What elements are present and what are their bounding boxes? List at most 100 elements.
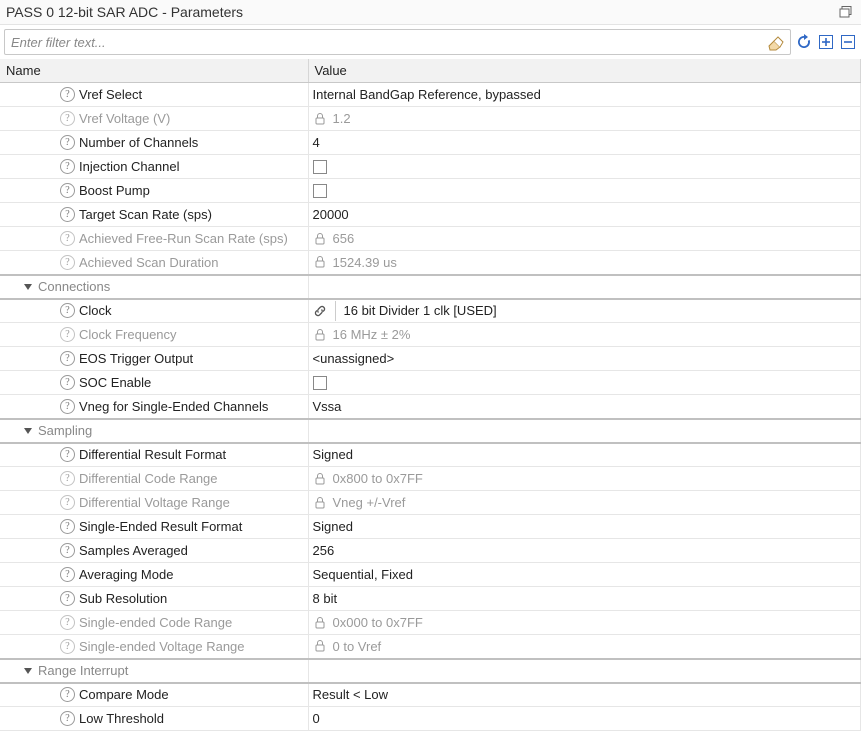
param-label: Vneg for Single-Ended Channels xyxy=(79,399,268,414)
param-row: ? Averaging Mode Sequential, Fixed xyxy=(0,563,861,587)
checkbox[interactable] xyxy=(313,184,327,198)
param-label: Injection Channel xyxy=(79,159,179,174)
param-value: 16 MHz ± 2% xyxy=(333,327,411,342)
param-label: Samples Averaged xyxy=(79,543,188,558)
help-icon[interactable]: ? xyxy=(60,111,75,126)
help-icon[interactable]: ? xyxy=(60,159,75,174)
panel-header: PASS 0 12-bit SAR ADC - Parameters xyxy=(0,0,861,25)
help-icon[interactable]: ? xyxy=(60,351,75,366)
collapse-icon[interactable] xyxy=(22,281,34,293)
param-value[interactable]: Vssa xyxy=(313,399,342,414)
help-icon[interactable]: ? xyxy=(60,447,75,462)
param-value[interactable]: Signed xyxy=(313,447,353,462)
group-row[interactable]: Connections xyxy=(0,275,861,299)
toolbar: Enter filter text... xyxy=(0,25,861,59)
param-label: Boost Pump xyxy=(79,183,150,198)
help-icon[interactable]: ? xyxy=(60,231,75,246)
column-header-name[interactable]: Name xyxy=(0,59,308,83)
param-value: 0x800 to 0x7FF xyxy=(333,471,423,486)
param-label: Achieved Free-Run Scan Rate (sps) xyxy=(79,231,288,246)
help-icon[interactable]: ? xyxy=(60,711,75,726)
group-label: Range Interrupt xyxy=(38,663,128,678)
param-value[interactable]: Internal BandGap Reference, bypassed xyxy=(313,87,541,102)
param-label: Averaging Mode xyxy=(79,567,173,582)
help-icon[interactable]: ? xyxy=(60,591,75,606)
collapse-icon[interactable] xyxy=(22,425,34,437)
group-label: Connections xyxy=(38,279,110,294)
param-value[interactable]: <unassigned> xyxy=(313,351,395,366)
param-row: ?Clock16 bit Divider 1 clk [USED] xyxy=(0,299,861,323)
lock-icon xyxy=(313,255,327,269)
param-value[interactable]: 256 xyxy=(313,543,335,558)
help-icon[interactable]: ? xyxy=(60,303,75,318)
refresh-icon[interactable] xyxy=(795,33,813,51)
param-label: Single-Ended Result Format xyxy=(79,519,242,534)
group-row[interactable]: Sampling xyxy=(0,419,861,443)
param-value[interactable]: 20000 xyxy=(313,207,349,222)
help-icon[interactable]: ? xyxy=(60,183,75,198)
help-icon[interactable]: ? xyxy=(60,255,75,270)
param-value: 0 to Vref xyxy=(333,639,382,654)
filter-input[interactable]: Enter filter text... xyxy=(4,29,791,55)
param-row: ?EOS Trigger Output<unassigned> xyxy=(0,347,861,371)
param-value[interactable]: 0 xyxy=(313,711,320,726)
help-icon[interactable]: ? xyxy=(60,639,75,654)
param-label: Vref Select xyxy=(79,87,142,102)
panel-title: PASS 0 12-bit SAR ADC - Parameters xyxy=(6,4,243,20)
param-label: Number of Channels xyxy=(79,135,198,150)
param-row: ? Samples Averaged 256 xyxy=(0,539,861,563)
table-header-row: Name Value xyxy=(0,59,861,83)
param-value[interactable]: Signed xyxy=(313,519,353,534)
collapse-icon[interactable] xyxy=(22,665,34,677)
param-row: ? Vref Select Internal BandGap Reference, … xyxy=(0,83,861,107)
param-value[interactable]: Sequential, Fixed xyxy=(313,567,413,582)
help-icon[interactable]: ? xyxy=(60,375,75,390)
help-icon[interactable]: ? xyxy=(60,687,75,702)
param-label: Target Scan Rate (sps) xyxy=(79,207,212,222)
param-label: Differential Code Range xyxy=(79,471,218,486)
help-icon[interactable]: ? xyxy=(60,495,75,510)
param-label: Low Threshold xyxy=(79,711,164,726)
help-icon[interactable]: ? xyxy=(60,87,75,102)
param-label: Differential Voltage Range xyxy=(79,495,230,510)
help-icon[interactable]: ? xyxy=(60,399,75,414)
restore-icon[interactable] xyxy=(839,5,853,19)
lock-icon xyxy=(313,112,327,126)
lock-icon xyxy=(313,232,327,246)
param-row: ?Single-ended Code Range0x000 to 0x7FF xyxy=(0,611,861,635)
param-label: SOC Enable xyxy=(79,375,151,390)
column-header-value[interactable]: Value xyxy=(308,59,861,83)
help-icon[interactable]: ? xyxy=(60,327,75,342)
param-row: ? SOC Enable xyxy=(0,371,861,395)
expand-all-icon[interactable] xyxy=(817,33,835,51)
checkbox[interactable] xyxy=(313,376,327,390)
param-row: ?Compare ModeResult < Low xyxy=(0,683,861,707)
param-row: ?Single-ended Voltage Range0 to Vref xyxy=(0,635,861,659)
param-label: Clock Frequency xyxy=(79,327,177,342)
param-label: Vref Voltage (V) xyxy=(79,111,170,126)
param-value[interactable]: 8 bit xyxy=(313,591,338,606)
param-value: 1524.39 us xyxy=(333,255,397,270)
help-icon[interactable]: ? xyxy=(60,615,75,630)
param-label: Single-ended Code Range xyxy=(79,615,232,630)
link-icon[interactable] xyxy=(313,304,327,318)
param-value[interactable]: Result < Low xyxy=(313,687,389,702)
collapse-all-icon[interactable] xyxy=(839,33,857,51)
lock-icon xyxy=(313,472,327,486)
param-value[interactable]: 4 xyxy=(313,135,320,150)
param-row: ? Clock Frequency 16 MHz ± 2% xyxy=(0,323,861,347)
help-icon[interactable]: ? xyxy=(60,135,75,150)
lock-icon xyxy=(313,496,327,510)
param-value[interactable]: 16 bit Divider 1 clk [USED] xyxy=(344,303,497,318)
param-row: ? Differential Code Range 0x800 to 0x7FF xyxy=(0,467,861,491)
eraser-icon[interactable] xyxy=(766,33,784,51)
param-row: ? Single-Ended Result Format Signed xyxy=(0,515,861,539)
group-row[interactable]: Range Interrupt xyxy=(0,659,861,683)
help-icon[interactable]: ? xyxy=(60,519,75,534)
help-icon[interactable]: ? xyxy=(60,471,75,486)
help-icon[interactable]: ? xyxy=(60,207,75,222)
checkbox[interactable] xyxy=(313,160,327,174)
param-value: Vneg +/-Vref xyxy=(333,495,406,510)
help-icon[interactable]: ? xyxy=(60,567,75,582)
help-icon[interactable]: ? xyxy=(60,543,75,558)
